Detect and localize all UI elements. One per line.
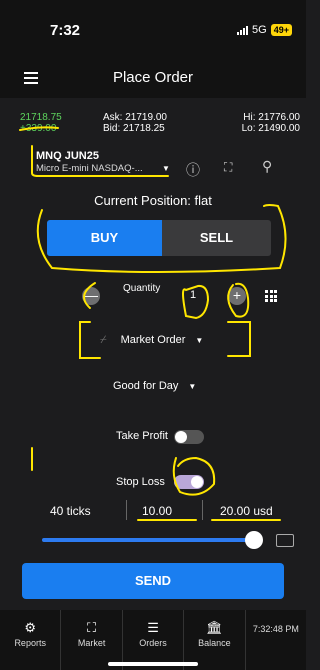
send-button[interactable]: SEND (22, 563, 284, 599)
sell-button[interactable]: SELL (162, 220, 271, 256)
stop-loss-slider-track[interactable] (42, 538, 252, 542)
take-profit-toggle[interactable] (174, 430, 204, 444)
tab-balance[interactable]: 🏛 Balance (184, 610, 246, 670)
tab-label: Balance (198, 638, 231, 648)
decrement-button[interactable]: — (82, 287, 100, 305)
quantity-label: Quantity (123, 283, 161, 294)
quantity-input[interactable]: 1 (190, 289, 196, 301)
buy-button[interactable]: BUY (47, 220, 162, 256)
price-change: +339.00 (20, 123, 57, 134)
home-indicator (108, 662, 198, 666)
side-toggle: BUY SELL (47, 220, 271, 256)
position-value: flat (194, 193, 212, 208)
symbol-description: Micro E-mini NASDAQ-... (36, 163, 143, 174)
battery-icon: 49+ (270, 24, 292, 36)
tab-label: Orders (139, 638, 167, 648)
symbol-selector[interactable]: MNQ JUN25 Micro E-mini NASDAQ-... (36, 150, 143, 174)
ask-price: Ask: 21719.00 (103, 112, 167, 123)
current-position: Current Position: flat (0, 193, 306, 208)
order-type-select[interactable]: ⌿ Market Order ▼ (100, 334, 203, 347)
stop-loss-toggle[interactable] (174, 475, 204, 489)
expand-icon: ⛶ (87, 620, 97, 635)
no-stop-icon: ⌿ (100, 334, 107, 346)
low-price: Lo: 21490.00 (241, 123, 300, 134)
signal-icon (237, 25, 249, 35)
keypad-icon[interactable] (265, 290, 277, 302)
chevron-down-icon: ▼ (195, 336, 204, 345)
last-price: 21718.75 (20, 112, 62, 123)
order-type-value: Market Order (120, 334, 186, 346)
bid-price: Bid: 21718.25 (103, 123, 165, 134)
stop-loss-ticks[interactable]: 40 ticks (50, 504, 91, 518)
time-in-force-value: Good for Day (113, 380, 179, 392)
page-title: Place Order (112, 69, 194, 86)
header-bar: Place Order (0, 58, 306, 98)
tab-label: Market (77, 638, 106, 648)
stop-loss-label: Stop Loss (116, 476, 165, 488)
time-in-force-select[interactable]: Good for Day ▼ (113, 380, 196, 392)
divider (126, 500, 127, 520)
stop-loss-usd[interactable]: 20.00 usd (220, 504, 273, 518)
take-profit-label: Take Profit (116, 430, 168, 442)
bottom-tab-bar: ⚙ Reports ⛶ Market ☰ Orders 🏛 Balance 7:32:4… (0, 610, 306, 670)
clock-display: 7:32:48 PM (246, 610, 306, 670)
keyboard-icon[interactable] (276, 534, 294, 547)
bank-icon: 🏛 (206, 620, 223, 635)
tab-reports[interactable]: ⚙ Reports (0, 610, 62, 670)
chevron-down-icon: ▼ (188, 382, 197, 391)
stop-loss-slider-thumb[interactable] (245, 531, 263, 549)
status-right: 5G 49+ (237, 24, 292, 36)
status-time: 7:32 (50, 22, 81, 39)
high-price: Hi: 21776.00 (243, 112, 300, 123)
gear-icon: ⚙ (24, 620, 37, 635)
list-icon: ☰ (147, 620, 159, 635)
search-icon[interactable]: ⚲ (262, 158, 272, 175)
stop-loss-price[interactable]: 10.00 (142, 504, 172, 518)
position-label: Current Position: (94, 193, 191, 208)
expand-icon[interactable]: ⛶ (224, 160, 232, 175)
tab-market[interactable]: ⛶ Market (61, 610, 123, 670)
symbol-name: MNQ JUN25 (36, 150, 99, 162)
info-icon[interactable]: ⓘ (186, 160, 200, 180)
bid-ask-block: Ask: 21719.00 Bid: 21718.25 (103, 112, 167, 134)
network-label: 5G (252, 24, 267, 36)
quote-bar: 21718.75 +339.00 Ask: 21719.00 Bid: 2171… (0, 108, 306, 140)
increment-button[interactable]: + (228, 287, 246, 305)
tab-label: Reports (14, 638, 46, 648)
clock-label: 7:32:48 PM (252, 624, 299, 634)
tab-orders[interactable]: ☰ Orders (123, 610, 185, 670)
chevron-down-icon[interactable]: ▼ (162, 164, 170, 173)
last-price-block: 21718.75 +339.00 (20, 112, 62, 134)
status-bar: 7:32 5G 49+ (0, 0, 306, 58)
divider (202, 500, 203, 520)
range-block: Hi: 21776.00 Lo: 21490.00 (242, 112, 300, 134)
